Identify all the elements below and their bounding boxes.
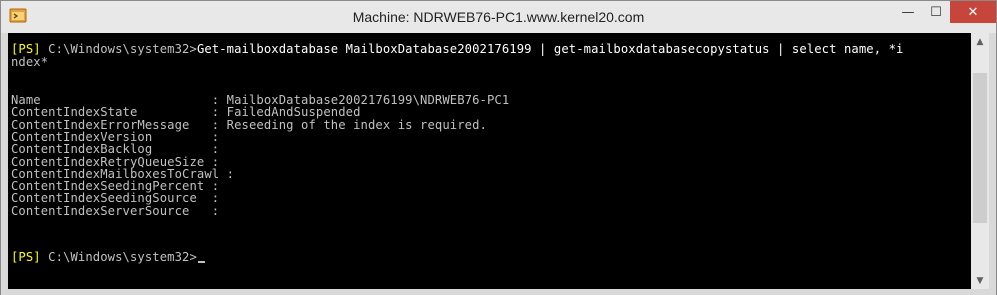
- scroll-up-arrow-icon[interactable]: ▲: [971, 33, 989, 50]
- maximize-button[interactable]: ☐: [922, 1, 950, 23]
- console-window: Machine: NDRWEB76-PC1.www.kernel20.com —…: [0, 0, 997, 295]
- close-button[interactable]: ✕: [950, 1, 996, 23]
- command-line-2: [PS] C:\Windows\system32>: [11, 251, 205, 263]
- window-frame-bottom: [1, 289, 996, 295]
- scroll-down-arrow-icon[interactable]: ▼: [971, 272, 989, 289]
- vertical-scrollbar[interactable]: ▲ ▼: [971, 33, 989, 289]
- output-line: ContentIndexServerSource :: [11, 203, 220, 218]
- scrollbar-thumb[interactable]: [973, 73, 987, 223]
- output-line: ContentIndexBacklog :: [11, 142, 220, 157]
- output-line: ContentIndexSeedingSource :: [11, 191, 220, 206]
- title-bar[interactable]: Machine: NDRWEB76-PC1.www.kernel20.com —…: [1, 1, 996, 33]
- command-text: Get-mailboxdatabase MailboxDatabase20021…: [196, 42, 904, 56]
- prompt-path: C:\Windows\system32>: [40, 42, 197, 56]
- minimize-button[interactable]: —: [894, 1, 922, 23]
- window-title: Machine: NDRWEB76-PC1.www.kernel20.com: [352, 9, 645, 25]
- command-wrap-line: ndex*: [11, 55, 49, 69]
- output-line: ContentIndexRetryQueueSize :: [11, 154, 220, 169]
- ps-prompt-tag: [PS]: [11, 250, 41, 264]
- console-output[interactable]: [PS] C:\Windows\system32>Get-mailboxdata…: [8, 33, 971, 289]
- text-cursor: [197, 261, 205, 263]
- output-line: ContentIndexState : FailedAndSuspended: [11, 105, 361, 120]
- prompt-path: C:\Windows\system32>: [40, 250, 197, 264]
- command-line-1: [PS] C:\Windows\system32>Get-mailboxdata…: [11, 43, 904, 55]
- ps-prompt-tag: [PS]: [11, 42, 41, 56]
